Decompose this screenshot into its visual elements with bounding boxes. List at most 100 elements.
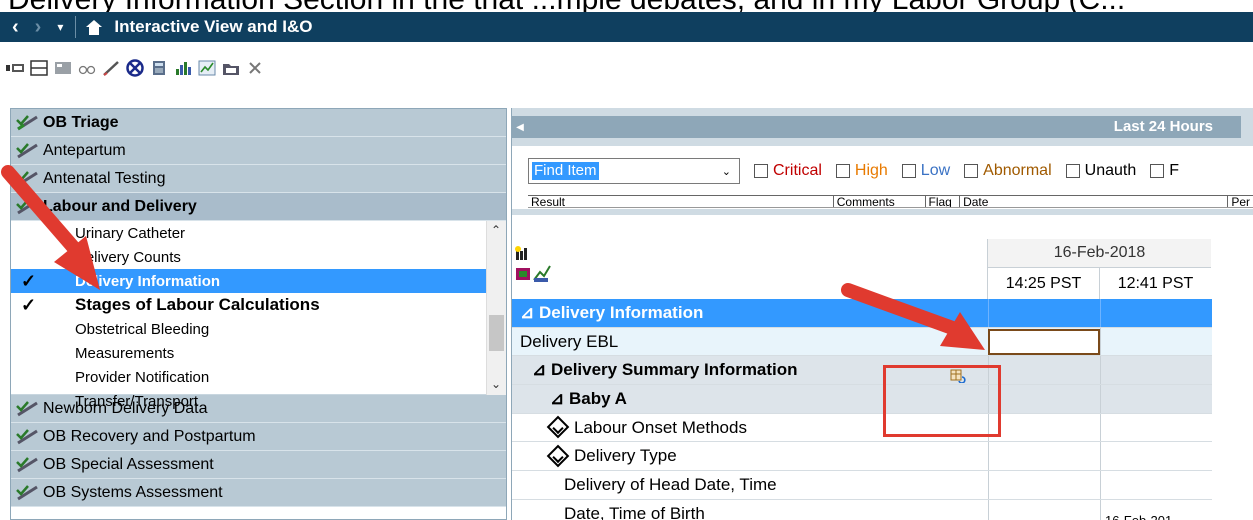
checkbox[interactable] <box>1065 164 1080 178</box>
calculator-icon[interactable] <box>150 59 168 77</box>
back-button[interactable]: ‹ <box>4 16 27 39</box>
column-header-flag[interactable]: Flag <box>926 196 961 207</box>
find-item-dropdown[interactable]: Find Item ⌄ <box>528 158 740 184</box>
splitter[interactable] <box>512 209 1253 215</box>
result-cell[interactable] <box>1100 442 1212 471</box>
filter-label: Critical <box>773 162 822 179</box>
row-labour-onset-methods[interactable]: Labour Onset Methods <box>512 413 1212 443</box>
row-label-wrap: Delivery Type <box>512 444 988 468</box>
check-mark: ✓ <box>21 294 37 315</box>
band-ob-recovery[interactable]: OB Recovery and Postpartum <box>11 423 506 451</box>
chevron-down-icon[interactable]: ⌄ <box>722 165 731 178</box>
section-item[interactable]: Delivery Counts <box>11 245 506 269</box>
row-date-time-of-birth[interactable]: Date, Time of Birth 16-Feb-201 <box>512 499 1212 520</box>
result-cell[interactable] <box>1100 299 1212 327</box>
section-item-selected[interactable]: ✓ Delivery Information <box>11 269 487 293</box>
column-header-result[interactable]: Result <box>528 196 834 207</box>
row-delivery-type[interactable]: Delivery Type <box>512 442 1212 472</box>
filter-f[interactable]: F <box>1150 162 1179 180</box>
flowsheet-icon[interactable] <box>6 59 24 77</box>
ebl-input-field[interactable] <box>988 328 1100 355</box>
band-antenatal-testing[interactable]: Antenatal Testing <box>11 165 506 193</box>
filter-high[interactable]: High <box>835 162 888 180</box>
row-label: ⊿ Delivery Information <box>520 302 704 322</box>
flowsheet-tools-icon[interactable] <box>514 246 554 288</box>
row-label: Date, Time of Birth <box>564 503 705 520</box>
flowsheet-grid: 16-Feb-2018 14:25 PST 12:41 PST ⊿ Delive… <box>512 239 1212 520</box>
pencil-icon <box>16 198 38 214</box>
section-item[interactable]: Provider Notification <box>11 365 506 389</box>
band-ob-triage[interactable]: OB Triage <box>11 109 506 137</box>
grid-icon[interactable] <box>54 59 72 77</box>
result-cell[interactable] <box>988 385 1100 413</box>
table-icon[interactable] <box>30 59 48 77</box>
result-cell[interactable] <box>988 442 1100 471</box>
result-cell[interactable] <box>988 471 1100 499</box>
section-item[interactable]: Obstetrical Bleeding <box>11 317 506 341</box>
filter-critical[interactable]: Critical <box>754 162 822 180</box>
band-label: OB Special Assessment <box>43 455 214 473</box>
glasses-icon[interactable] <box>78 59 96 77</box>
pencil-icon <box>16 484 38 500</box>
band-ob-special-assessment[interactable]: OB Special Assessment <box>11 451 506 479</box>
section-item[interactable]: Transfer/Transport <box>11 389 506 413</box>
checkbox[interactable] <box>835 164 850 178</box>
band-label: OB Recovery and Postpartum <box>43 427 256 445</box>
scroll-down-icon[interactable]: ⌄ <box>491 377 501 391</box>
band-labour-and-delivery[interactable]: Labour and Delivery <box>11 193 506 221</box>
filter-unauth[interactable]: Unauth <box>1065 162 1136 180</box>
column-header-comments[interactable]: Comments <box>834 196 926 207</box>
result-cell[interactable] <box>1100 327 1212 356</box>
section-item[interactable]: ✓ Stages of Labour Calculations <box>11 293 506 317</box>
result-cell[interactable] <box>988 413 1100 442</box>
forward-button[interactable]: › <box>27 16 50 39</box>
folder-icon[interactable] <box>222 59 240 77</box>
result-cell-value[interactable]: 16-Feb-201 <box>1100 499 1212 520</box>
close-icon[interactable] <box>246 59 264 77</box>
column-header-date[interactable]: Date <box>960 196 1229 207</box>
toolbar <box>6 55 264 81</box>
row-label: Delivery Type <box>574 446 677 466</box>
band-antepartum[interactable]: Antepartum <box>11 137 506 165</box>
section-item[interactable]: Urinary Catheter <box>11 221 506 245</box>
check-mark: ✓ <box>21 270 37 291</box>
checkbox[interactable] <box>754 164 768 178</box>
home-icon[interactable] <box>86 19 103 35</box>
scroll-thumb[interactable] <box>489 315 504 351</box>
section-label: Obstetrical Bleeding <box>75 320 210 338</box>
scroll-left-icon[interactable]: ◀ <box>512 116 528 138</box>
section-scrollbar[interactable]: ⌃ ⌄ <box>486 221 506 395</box>
result-cell[interactable] <box>1100 356 1212 385</box>
row-delivery-of-head[interactable]: Delivery of Head Date, Time <box>512 471 1212 500</box>
section-header-delivery-information[interactable]: ⊿ Delivery Information <box>512 299 1212 328</box>
row-delivery-ebl[interactable]: Delivery EBL ml <box>512 327 1212 357</box>
time-column-header[interactable]: 14:25 PST <box>987 268 1099 299</box>
band-ob-systems-assessment[interactable]: OB Systems Assessment <box>11 479 506 507</box>
result-cell[interactable] <box>988 499 1100 520</box>
result-cell[interactable] <box>1100 385 1212 413</box>
result-cell[interactable] <box>1100 471 1212 499</box>
sign-icon[interactable] <box>102 59 120 77</box>
section-label: Provider Notification <box>75 368 210 386</box>
history-dropdown-icon[interactable]: ▾ <box>49 20 71 34</box>
time-column-header[interactable]: 12:41 PST <box>1099 268 1211 299</box>
time-scrollbar[interactable]: ◀ Last 24 Hours <box>512 108 1253 146</box>
time-period-label[interactable]: Last 24 Hours <box>1114 118 1213 135</box>
group-delivery-summary[interactable]: ⊿ Delivery Summary Information <box>512 356 1212 386</box>
column-header-per[interactable]: Per <box>1228 196 1253 207</box>
filter-abnormal[interactable]: Abnormal <box>964 162 1052 180</box>
trend-icon[interactable] <box>198 59 216 77</box>
checkbox[interactable] <box>1150 164 1165 178</box>
group-baby-a[interactable]: ⊿ Baby A <box>512 385 1212 414</box>
result-cell[interactable] <box>988 299 1100 327</box>
scroll-up-icon[interactable]: ⌃ <box>491 223 501 237</box>
time-columns: 14:25 PST 12:41 PST <box>987 267 1211 299</box>
section-item[interactable]: Measurements <box>11 341 506 365</box>
not-done-icon[interactable] <box>126 59 144 77</box>
checkbox[interactable] <box>964 164 979 178</box>
filter-low[interactable]: Low <box>901 162 950 180</box>
result-cell[interactable] <box>988 356 1100 385</box>
result-cell[interactable] <box>1100 413 1212 442</box>
chart-icon[interactable] <box>174 59 192 77</box>
checkbox[interactable] <box>901 164 916 178</box>
